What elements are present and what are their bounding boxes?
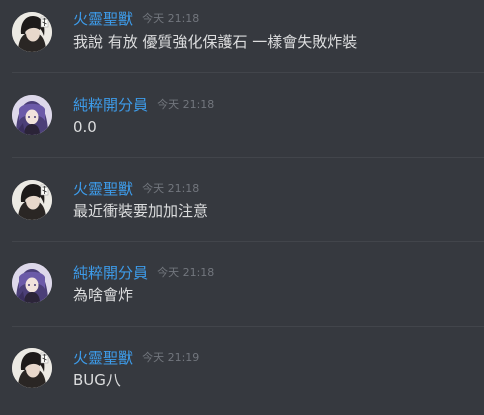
message-text: 我說 有放 優質強化保護石 一樣會失敗炸裝 [73,33,358,51]
message-text: 0.0 [73,118,97,136]
message-text: BUG八 [73,371,121,389]
fire-spirit-avatar-icon[interactable] [12,180,52,220]
message-header: 火靈聖獸 今天 21:18 [73,178,199,198]
timestamp: 今天 21:18 [157,265,215,279]
purple-hair-avatar-icon[interactable] [12,95,52,135]
username[interactable]: 純粹開分員 [73,263,148,283]
username[interactable]: 火靈聖獸 [73,9,133,29]
chat-window: 火靈聖獸 今天 21:18 我說 有放 優質強化保護石 一樣會失敗炸裝 純粹開分… [0,0,484,415]
message-header: 純粹開分員 今天 21:18 [73,262,214,282]
message-text: 為啥會炸 [73,286,134,304]
message-divider [12,241,484,242]
timestamp: 今天 21:18 [142,11,200,25]
username[interactable]: 純粹開分員 [73,95,148,115]
purple-hair-avatar-icon[interactable] [12,263,52,303]
timestamp: 今天 21:18 [157,97,215,111]
fire-spirit-avatar-icon[interactable] [12,12,52,52]
timestamp: 今天 21:19 [142,350,200,364]
message-header: 純粹開分員 今天 21:18 [73,94,214,114]
username[interactable]: 火靈聖獸 [73,179,133,199]
fire-spirit-avatar-icon[interactable] [12,348,52,388]
message-divider [12,326,484,327]
message-header: 火靈聖獸 今天 21:19 [73,347,199,367]
message-text: 最近衝裝要加加注意 [73,202,209,220]
message-header: 火靈聖獸 今天 21:18 [73,8,199,28]
timestamp: 今天 21:18 [142,181,200,195]
message-divider [12,72,484,73]
message-divider [12,157,484,158]
username[interactable]: 火靈聖獸 [73,348,133,368]
